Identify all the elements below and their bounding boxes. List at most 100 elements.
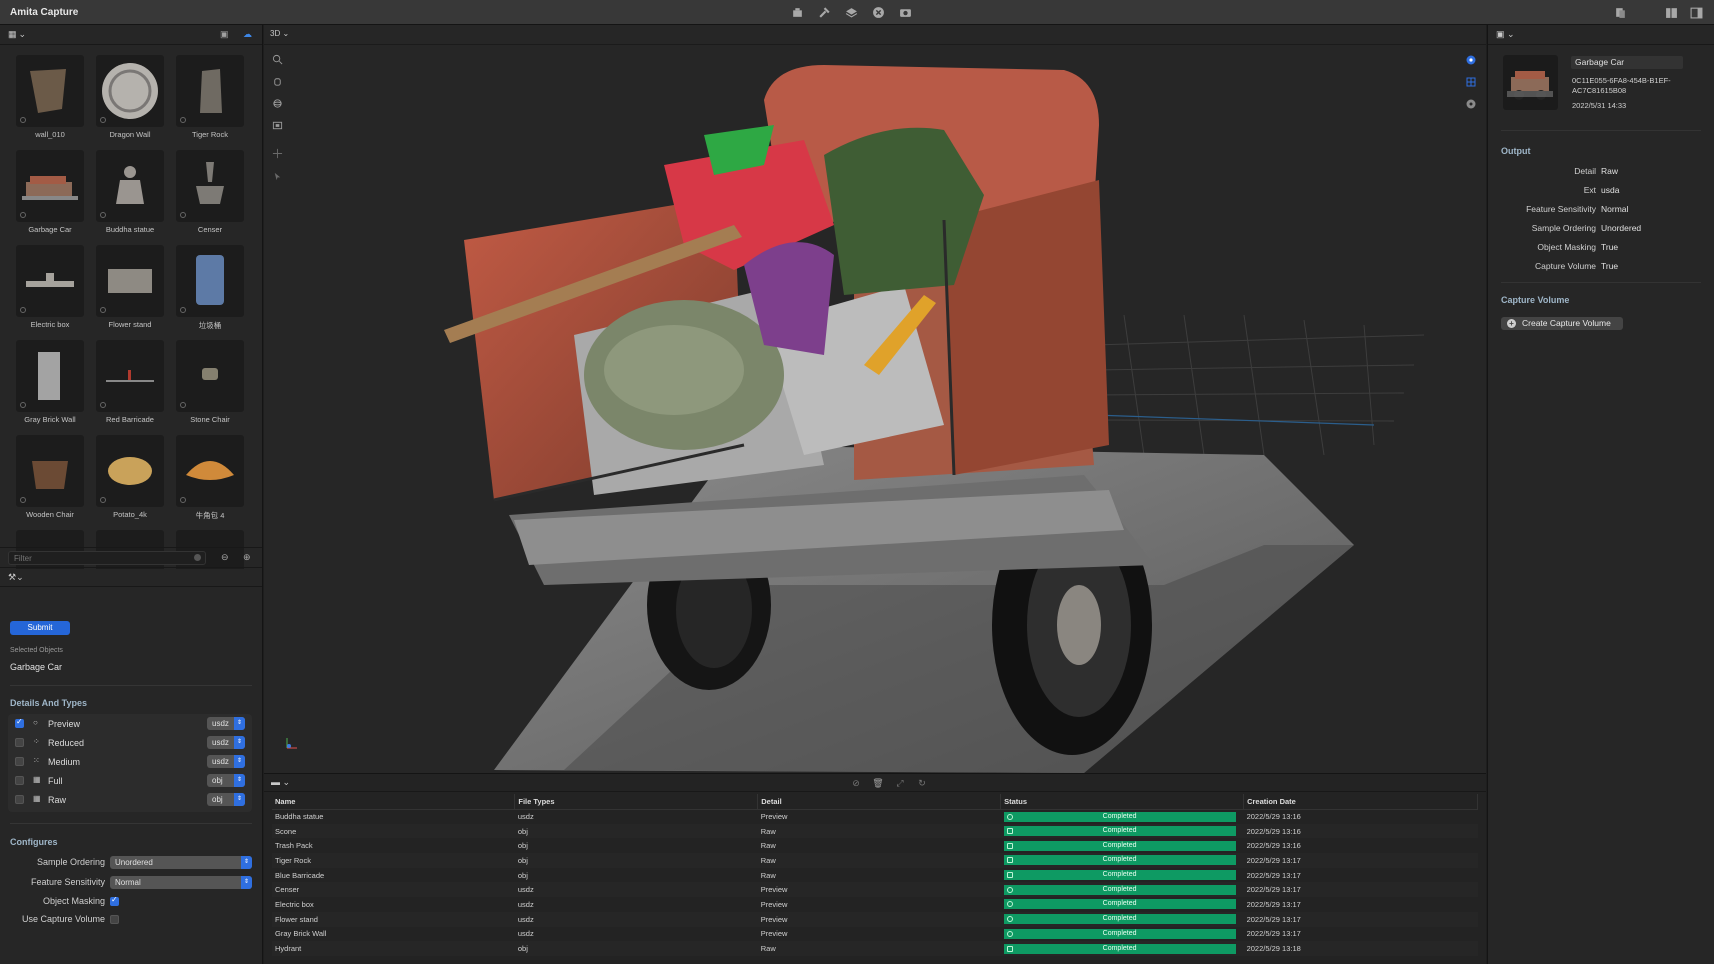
trash-icon[interactable]: 🗑 <box>872 777 884 789</box>
tools-header: ⚒⌄ <box>0 567 262 587</box>
table-row[interactable]: Blue Barricade obj Raw Completed 2022/5/… <box>272 868 1478 883</box>
detail-row-reduced: ⁘ Reduced usdz ⇕ <box>8 733 252 752</box>
detail-checkbox[interactable] <box>15 738 24 747</box>
table-row[interactable]: Scone obj Raw Completed 2022/5/29 13:16 <box>272 823 1478 839</box>
table-row[interactable]: Electric box usdz Preview Completed 2022… <box>272 897 1478 912</box>
table-row[interactable]: Censer usdz Preview Completed 2022/5/29 … <box>272 882 1478 898</box>
cell-name: Electric box <box>275 899 314 909</box>
cell-detail: Raw <box>757 941 1001 956</box>
3d-viewport[interactable]: 3D ⌄ <box>264 25 1486 773</box>
object-masking-checkbox[interactable] <box>110 895 119 906</box>
submit-button[interactable]: Submit <box>10 621 70 635</box>
grid-view-button[interactable]: ▦ ⌄ <box>8 29 26 40</box>
detail-checkbox[interactable] <box>15 776 24 785</box>
ext-select[interactable]: usdz ⇕ <box>207 717 245 730</box>
library-item[interactable]: Flower stand <box>96 245 164 329</box>
gallery-icon[interactable]: ▣ <box>220 29 229 40</box>
library-item[interactable]: Potato_4k <box>96 435 164 519</box>
column-header-file-types[interactable]: File Types <box>514 794 759 810</box>
table-row[interactable]: Gray Brick Wall usdz Preview Completed 2… <box>272 927 1478 942</box>
use-capture-volume-checkbox[interactable] <box>110 915 119 924</box>
library-item[interactable]: 垃圾桶 <box>176 245 244 331</box>
expand-icon[interactable]: ⤢ <box>894 777 906 789</box>
detail-checkbox[interactable] <box>15 795 24 804</box>
table-row[interactable]: Tiger Rock obj Raw Completed 2022/5/29 1… <box>272 853 1478 868</box>
zoom-in-icon[interactable]: ⊕ <box>243 552 251 563</box>
library-item[interactable]: wall_010 <box>16 55 84 139</box>
library-item[interactable]: Gray Brick Wall <box>16 340 84 424</box>
library-item[interactable]: Tiger Rock <box>176 55 244 139</box>
library-item[interactable]: Dragon Wall <box>96 55 164 139</box>
detail-checkbox[interactable] <box>15 717 24 728</box>
column-header-status[interactable]: Status <box>1000 794 1245 810</box>
model-name-field[interactable]: Garbage Car <box>1571 56 1683 69</box>
feature-sensitivity-value: Normal <box>115 878 141 887</box>
column-header-creation-date[interactable]: Creation Date <box>1243 794 1478 810</box>
hammer-menu-button[interactable]: ⚒⌄ <box>8 572 24 583</box>
output-key: Object Masking <box>1537 242 1596 252</box>
cell-status: Completed <box>1000 882 1244 898</box>
scan-icon[interactable] <box>790 5 805 20</box>
ext-select[interactable]: usdz ⇕ <box>207 755 245 768</box>
detail-checkbox[interactable] <box>15 757 24 766</box>
cell-status: Completed <box>1001 897 1244 912</box>
library-item[interactable]: Censer <box>176 150 244 234</box>
feature-sensitivity-select[interactable]: Normal ⇕ <box>110 876 252 889</box>
library-item[interactable]: 牛角包 4 <box>176 435 244 521</box>
details-list: ○ Preview usdz ⇕ ⁘ Reduced usdz ⇕ ⁙ Medium… <box>8 714 252 812</box>
library-item[interactable]: Stone Chair <box>176 340 244 424</box>
library-item[interactable]: Garbage Car <box>16 150 84 234</box>
library-item[interactable]: Red Barricade <box>96 340 164 424</box>
divider <box>10 823 252 824</box>
detail-level-icon: ○ <box>33 718 38 727</box>
column-header-name[interactable]: Name <box>272 794 516 810</box>
stack-icon[interactable] <box>1613 5 1628 20</box>
cancel-icon[interactable]: ⊘ <box>850 777 862 789</box>
library-item[interactable]: Electric box <box>16 245 84 329</box>
zoom-out-icon[interactable]: ⊖ <box>221 552 229 563</box>
clear-icon[interactable] <box>194 554 201 561</box>
status-text: Completed <box>1102 929 1137 937</box>
table-row[interactable]: Hydrant obj Raw Completed 2022/5/29 13:1… <box>272 941 1478 956</box>
column-header-detail[interactable]: Detail <box>757 794 1002 810</box>
detail-name: Raw <box>48 795 67 805</box>
stepper-icon: ⇕ <box>234 755 245 768</box>
ext-select[interactable]: obj ⇕ <box>207 774 245 787</box>
cloud-icon[interactable]: ☁ <box>243 29 252 40</box>
table-row[interactable]: Trash Pack obj Raw Completed 2022/5/29 1… <box>272 838 1478 853</box>
status-dot <box>20 212 26 218</box>
queue-menu-button[interactable]: ▬ ⌄ <box>271 777 290 788</box>
library-item-label: Censer <box>197 225 223 234</box>
filter-input[interactable] <box>8 551 206 565</box>
inspector-panel-icon[interactable] <box>1689 5 1704 20</box>
refresh-icon[interactable]: ↻ <box>916 777 928 789</box>
camera-icon[interactable] <box>898 5 913 20</box>
inspector-menu-button[interactable]: ▣ ⌄ <box>1496 29 1515 40</box>
status-text: Completed <box>1102 827 1137 835</box>
stepper-icon: ⇕ <box>234 736 245 749</box>
status-dot <box>100 212 106 218</box>
sample-ordering-select[interactable]: Unordered ⇕ <box>110 856 252 869</box>
layers-icon[interactable] <box>844 5 859 20</box>
hammer-icon[interactable] <box>817 5 832 20</box>
cell-status: Completed <box>1001 927 1244 942</box>
cell-file-type: obj <box>514 823 758 839</box>
ext-select[interactable]: obj ⇕ <box>207 793 245 806</box>
ext-value: usdz <box>212 719 229 728</box>
output-value: usda <box>1601 185 1620 195</box>
detail-name: Medium <box>48 757 81 767</box>
library-item[interactable]: Wooden Chair <box>16 435 84 519</box>
status-badge: Completed <box>1003 826 1236 837</box>
ext-select[interactable]: usdz ⇕ <box>207 736 245 749</box>
close-circle-icon[interactable] <box>871 5 886 20</box>
cell-detail: Preview <box>757 882 1001 898</box>
create-capture-volume-button[interactable]: + Create Capture Volume <box>1501 317 1623 330</box>
cell-creation-date: 2022/5/29 13:18 <box>1243 941 1478 956</box>
table-row[interactable]: Flower stand usdz Preview Completed 2022… <box>272 911 1478 927</box>
table-row[interactable]: Buddha statue usdz Preview Completed 202… <box>272 809 1478 824</box>
create-capture-volume-label: Create Capture Volume <box>1522 318 1611 328</box>
details-title: Details And Types <box>10 698 88 708</box>
library-item-label: 牛角包 4 <box>195 511 225 520</box>
library-item[interactable]: Buddha statue <box>96 150 164 234</box>
library-panel-icon[interactable] <box>1664 5 1679 20</box>
